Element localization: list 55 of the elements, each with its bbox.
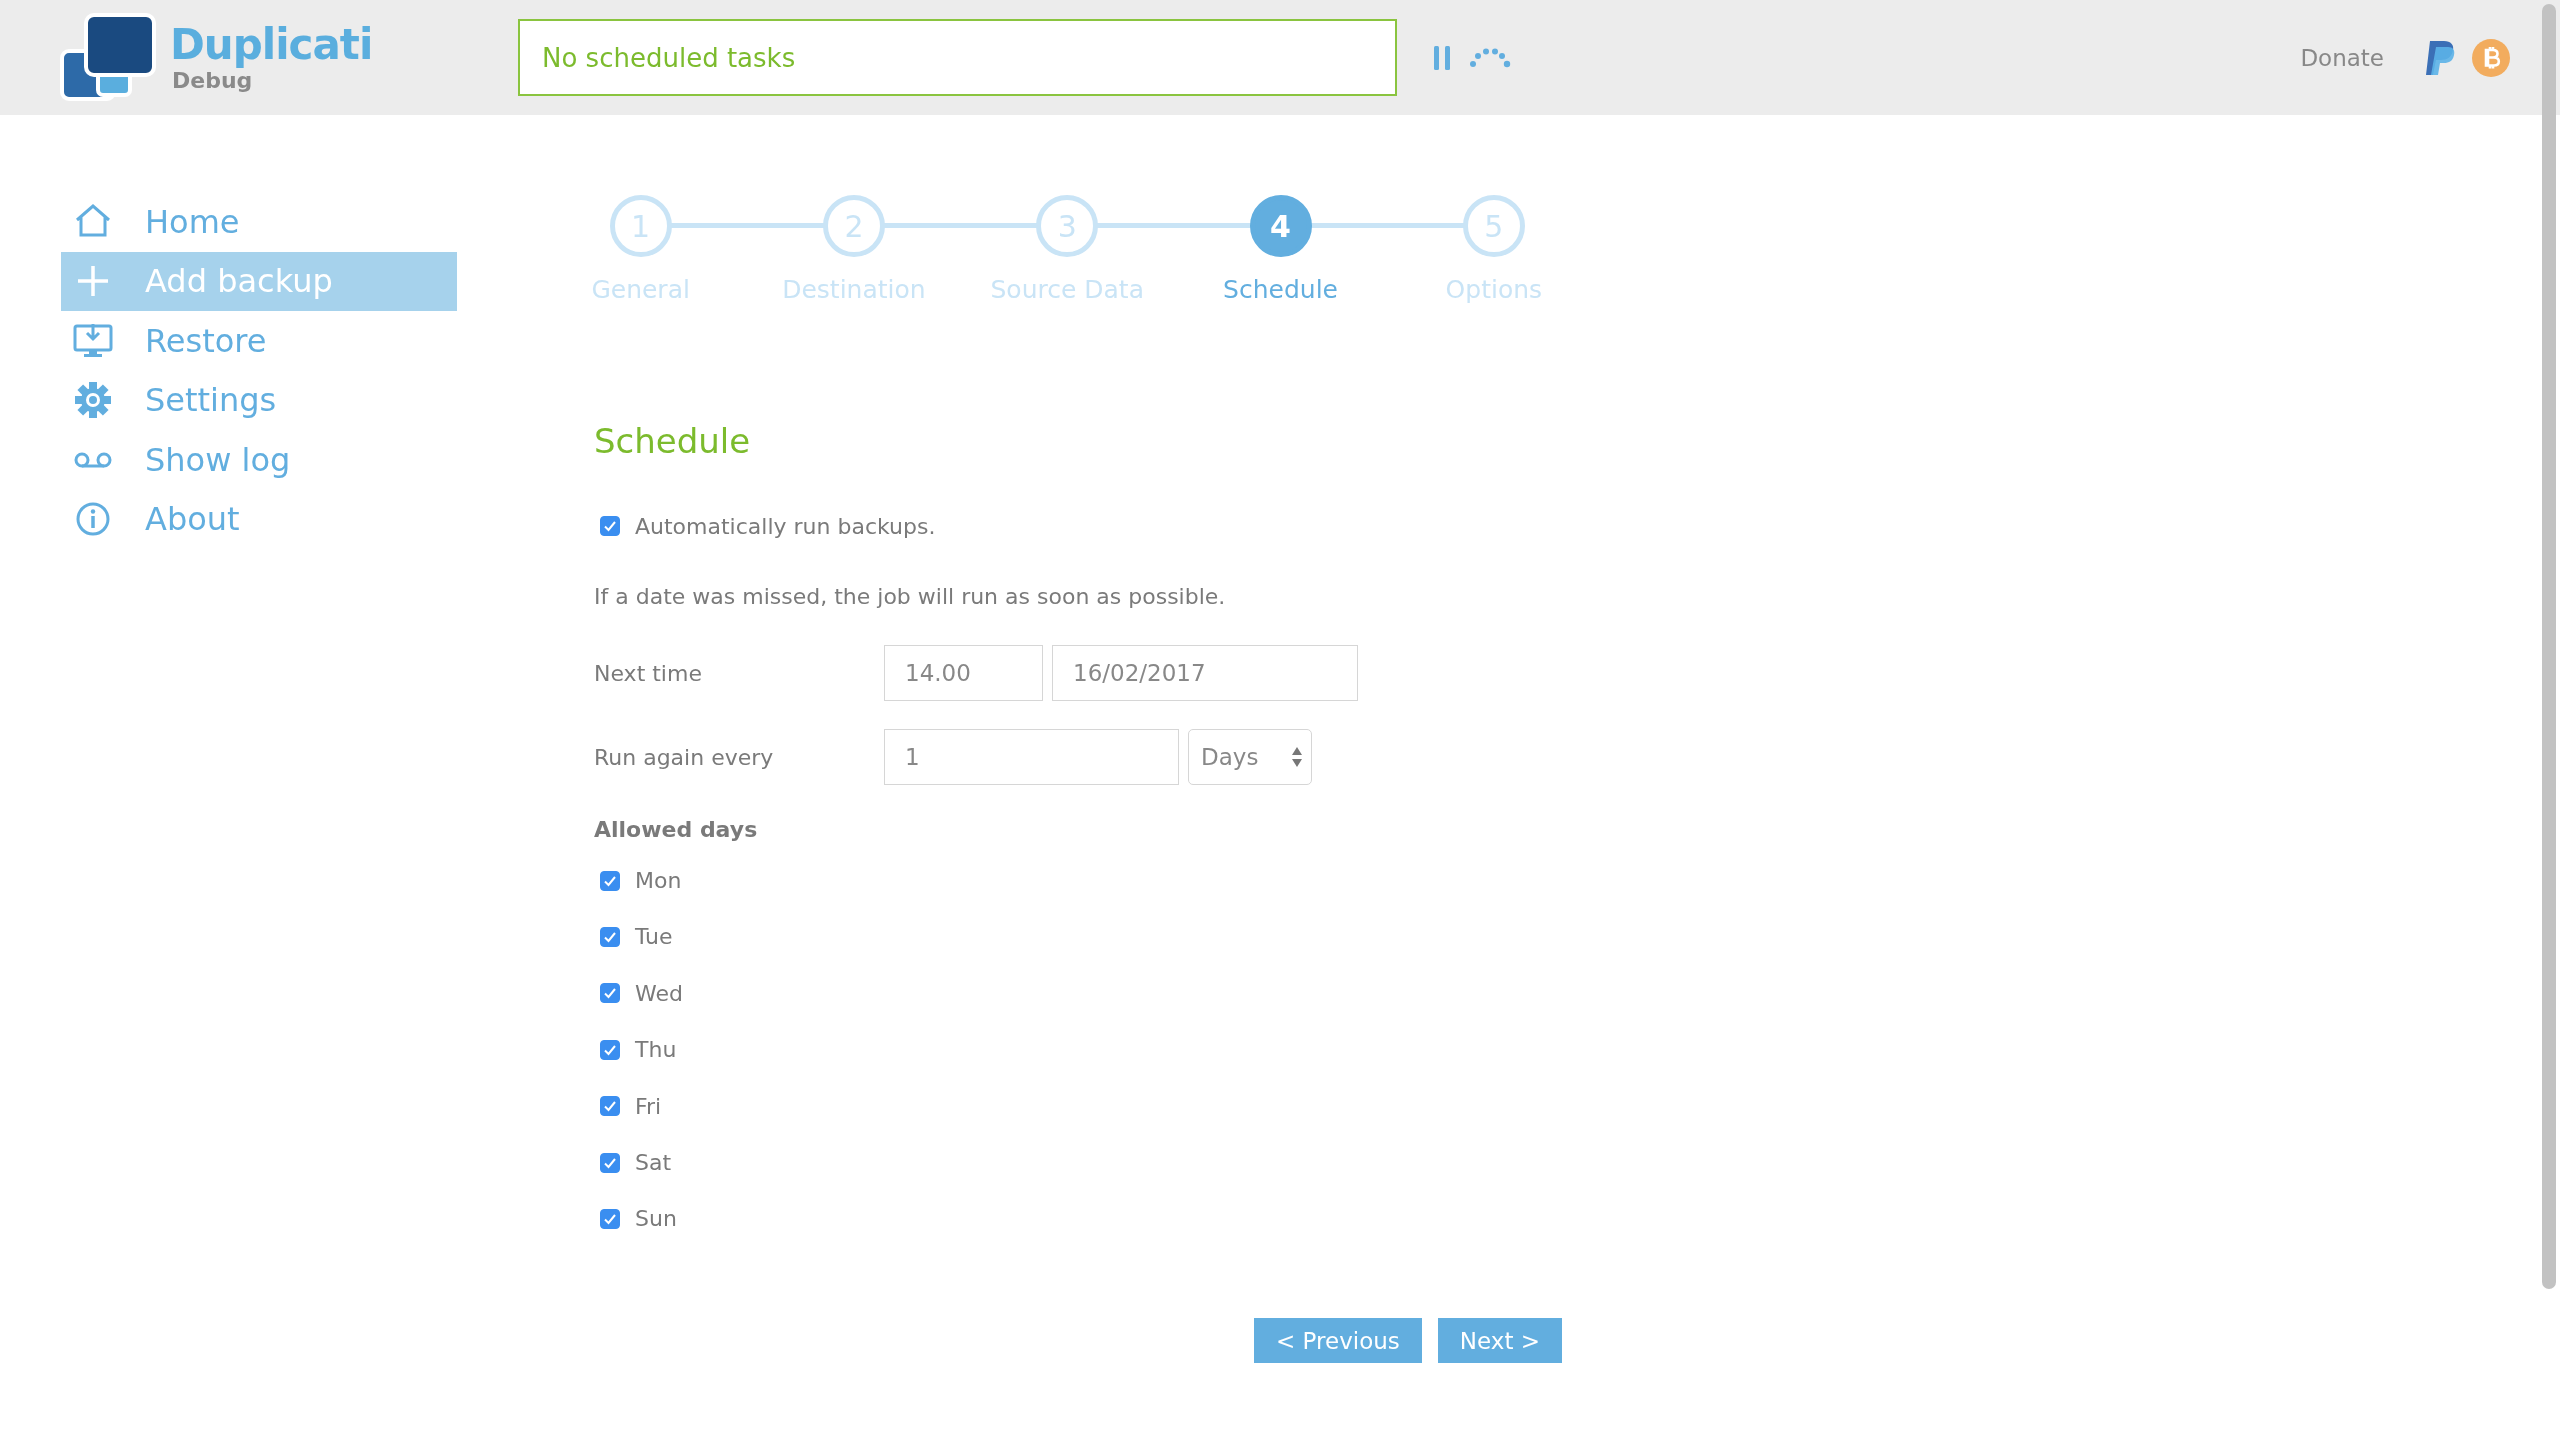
- app-subtitle: Debug: [171, 68, 254, 94]
- field-label: Next time: [594, 660, 703, 686]
- nav-item[interactable]: Add backup: [61, 251, 457, 311]
- pause-icon[interactable]: [1433, 45, 1451, 70]
- check-icon: [603, 930, 617, 943]
- monitor-download-icon: [73, 321, 113, 360]
- throttle-icon[interactable]: [1469, 47, 1511, 68]
- check-icon: [603, 1043, 617, 1056]
- checkbox-label: Mon: [635, 868, 682, 894]
- check-icon: [603, 520, 617, 533]
- checkbox-label: Automatically run backups.: [635, 513, 936, 539]
- field-label: Run again every: [594, 744, 775, 770]
- check-icon: [603, 1100, 617, 1113]
- checkbox[interactable]: [600, 1152, 620, 1173]
- checkbox-label: Thu: [635, 1037, 677, 1063]
- time-field[interactable]: 14.00: [884, 645, 1043, 702]
- app-name: Duplicati: [170, 21, 373, 69]
- checkbox[interactable]: [600, 983, 620, 1004]
- nav-item[interactable]: Restore: [61, 311, 457, 371]
- wizard-step[interactable]: 4 Schedule: [1173, 195, 1388, 304]
- scrollbar-thumb[interactable]: [2542, 4, 2556, 1289]
- checkbox[interactable]: [600, 516, 620, 537]
- checkbox-label: Sun: [635, 1206, 677, 1232]
- checkbox[interactable]: [600, 1208, 620, 1229]
- nav-item[interactable]: About: [61, 489, 457, 549]
- checkbox-label: Wed: [635, 980, 683, 1006]
- interval-field[interactable]: 1: [884, 729, 1179, 786]
- bitcoin-icon[interactable]: [2472, 38, 2510, 77]
- nav-item[interactable]: Settings: [61, 370, 457, 430]
- up-down-arrows-icon: [1291, 746, 1303, 769]
- section-label: Allowed days: [594, 816, 759, 845]
- check-icon: [603, 987, 617, 1000]
- check-icon: [603, 874, 617, 887]
- nav-item[interactable]: Home: [61, 192, 457, 252]
- date-field[interactable]: 16/02/2017: [1052, 645, 1358, 702]
- previous-button[interactable]: < Previous: [1254, 1318, 1422, 1364]
- checkbox[interactable]: [600, 870, 620, 891]
- gear-icon: [73, 381, 113, 420]
- checkbox[interactable]: [600, 1039, 620, 1060]
- checkbox[interactable]: [600, 1096, 620, 1117]
- unit-select[interactable]: Days: [1188, 729, 1312, 786]
- app-logo-icon: [60, 12, 158, 103]
- nav-item[interactable]: Show log: [61, 430, 457, 490]
- check-icon: [603, 1156, 617, 1169]
- checkbox-label: Tue: [635, 924, 673, 950]
- info-text: If a date was missed, the job will run as soon as possible.: [594, 583, 1227, 612]
- status-message: No scheduled tasks: [518, 19, 1397, 96]
- checkbox-label: Sat: [635, 1150, 672, 1176]
- check-icon: [603, 1212, 617, 1225]
- donate-label: Donate: [2300, 44, 2384, 71]
- checkbox-label: Fri: [635, 1093, 662, 1119]
- paypal-icon[interactable]: [2424, 38, 2456, 77]
- checkbox[interactable]: [600, 926, 620, 947]
- section-title: Schedule: [594, 420, 752, 463]
- next-button[interactable]: Next >: [1437, 1318, 1562, 1364]
